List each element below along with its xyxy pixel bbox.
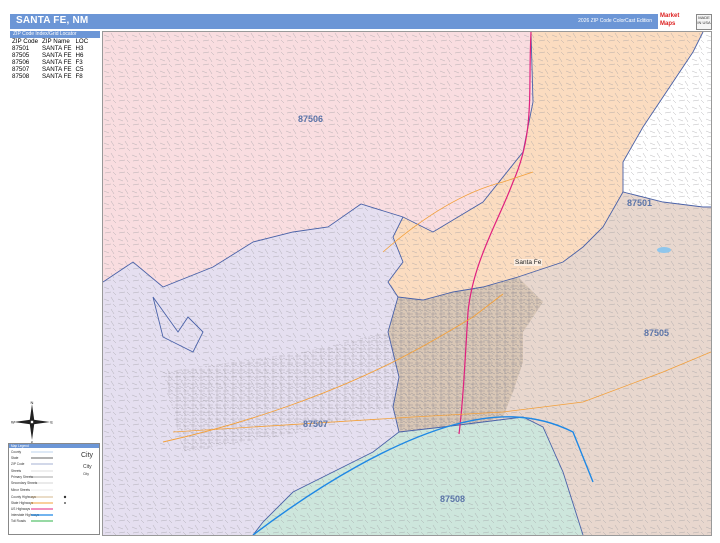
legend-symbols — [31, 451, 67, 522]
legend-city-small: City — [83, 472, 90, 476]
zip-index-row: 87501 SANTA FE H3 — [12, 45, 92, 52]
grid-loc-cell: F3 — [75, 59, 83, 66]
grid-loc-cell: C5 — [75, 66, 84, 73]
legend-item: Toll Roads — [11, 519, 26, 523]
street-network — [103, 32, 711, 535]
legend-item: ZIP Code — [11, 462, 25, 466]
zip-name-cell: SANTA FE — [42, 52, 72, 59]
compass-rose: N S E W — [10, 400, 54, 445]
legend-item: State — [11, 456, 19, 460]
grid-loc-cell: H3 — [75, 45, 84, 52]
compass-w: W — [11, 420, 15, 425]
zip-code-cell: 87508 — [12, 73, 30, 80]
col-header: ZIP Name — [42, 38, 70, 45]
zip-index-row: 87505 SANTA FE H6 — [12, 52, 92, 59]
zip-name-cell: SANTA FE — [42, 59, 72, 66]
zip-index-heading: ZIP Code Index/Grid Locator — [10, 31, 100, 38]
zip-name-cell: SANTA FE — [42, 45, 72, 52]
zip-name-cell: SANTA FE — [42, 66, 72, 73]
city-label-santa-fe: Santa Fe — [514, 259, 543, 266]
zip-label-87505: 87505 — [644, 328, 670, 338]
zip-code-cell: 87501 — [12, 45, 30, 52]
zip-label-87507: 87507 — [303, 419, 329, 429]
grid-loc-cell: F8 — [75, 73, 83, 80]
zip-index-row: 87508 SANTA FE F8 — [12, 73, 92, 80]
legend-item: US Highways — [11, 507, 31, 511]
map-svg[interactable] — [103, 32, 711, 535]
map-title: SANTA FE, NM — [16, 15, 89, 26]
zip-label-87508: 87508 — [440, 494, 466, 504]
compass-e: E — [50, 420, 53, 425]
zip-label-87506: 87506 — [298, 114, 324, 124]
map-legend: Map Legend County State ZIP Code Streets… — [8, 443, 100, 535]
zip-name-cell: SANTA FE — [42, 73, 72, 80]
zip-index-table: ZIP Code ZIP Name LOC 87501 SANTA FE H3 … — [12, 38, 92, 80]
edition-label: 2026 ZIP Code ColorCast Edition — [578, 18, 652, 24]
zip-code-cell: 87506 — [12, 59, 30, 66]
zip-index-header-row: ZIP Code ZIP Name LOC — [12, 38, 92, 45]
legend-city-medium: City — [83, 464, 92, 470]
legend-item: County — [11, 450, 22, 454]
col-header: LOC — [75, 38, 89, 45]
legend-item: Minor Streets — [11, 488, 30, 492]
title-bar: SANTA FE, NM 2026 ZIP Code ColorCast Edi… — [10, 14, 658, 29]
zip-index-row: 87506 SANTA FE F3 — [12, 59, 92, 66]
zip-code-cell: 87505 — [12, 52, 30, 59]
zip-code-cell: 87507 — [12, 66, 30, 73]
made-in-usa-badge: MADE IN USA — [696, 14, 712, 30]
zip-index: ZIP Code Index/Grid Locator ZIP Code ZIP… — [10, 31, 100, 80]
publisher-logo: Market Maps MADE IN USA — [660, 12, 712, 30]
compass-icon: N S E W — [11, 400, 53, 445]
legend-city-large: City — [81, 452, 94, 459]
logo-text: Market Maps — [660, 13, 680, 27]
compass-n: N — [31, 400, 34, 405]
legend-item: Streets — [11, 469, 22, 473]
zip-index-row: 87507 SANTA FE C5 — [12, 66, 92, 73]
zip-label-87501: 87501 — [627, 198, 653, 208]
grid-loc-cell: H6 — [75, 52, 84, 59]
col-header: ZIP Code — [12, 38, 39, 45]
map-canvas[interactable]: 87506 87501 87505 87507 87508 Santa Fe — [102, 31, 712, 536]
lake — [657, 247, 671, 253]
